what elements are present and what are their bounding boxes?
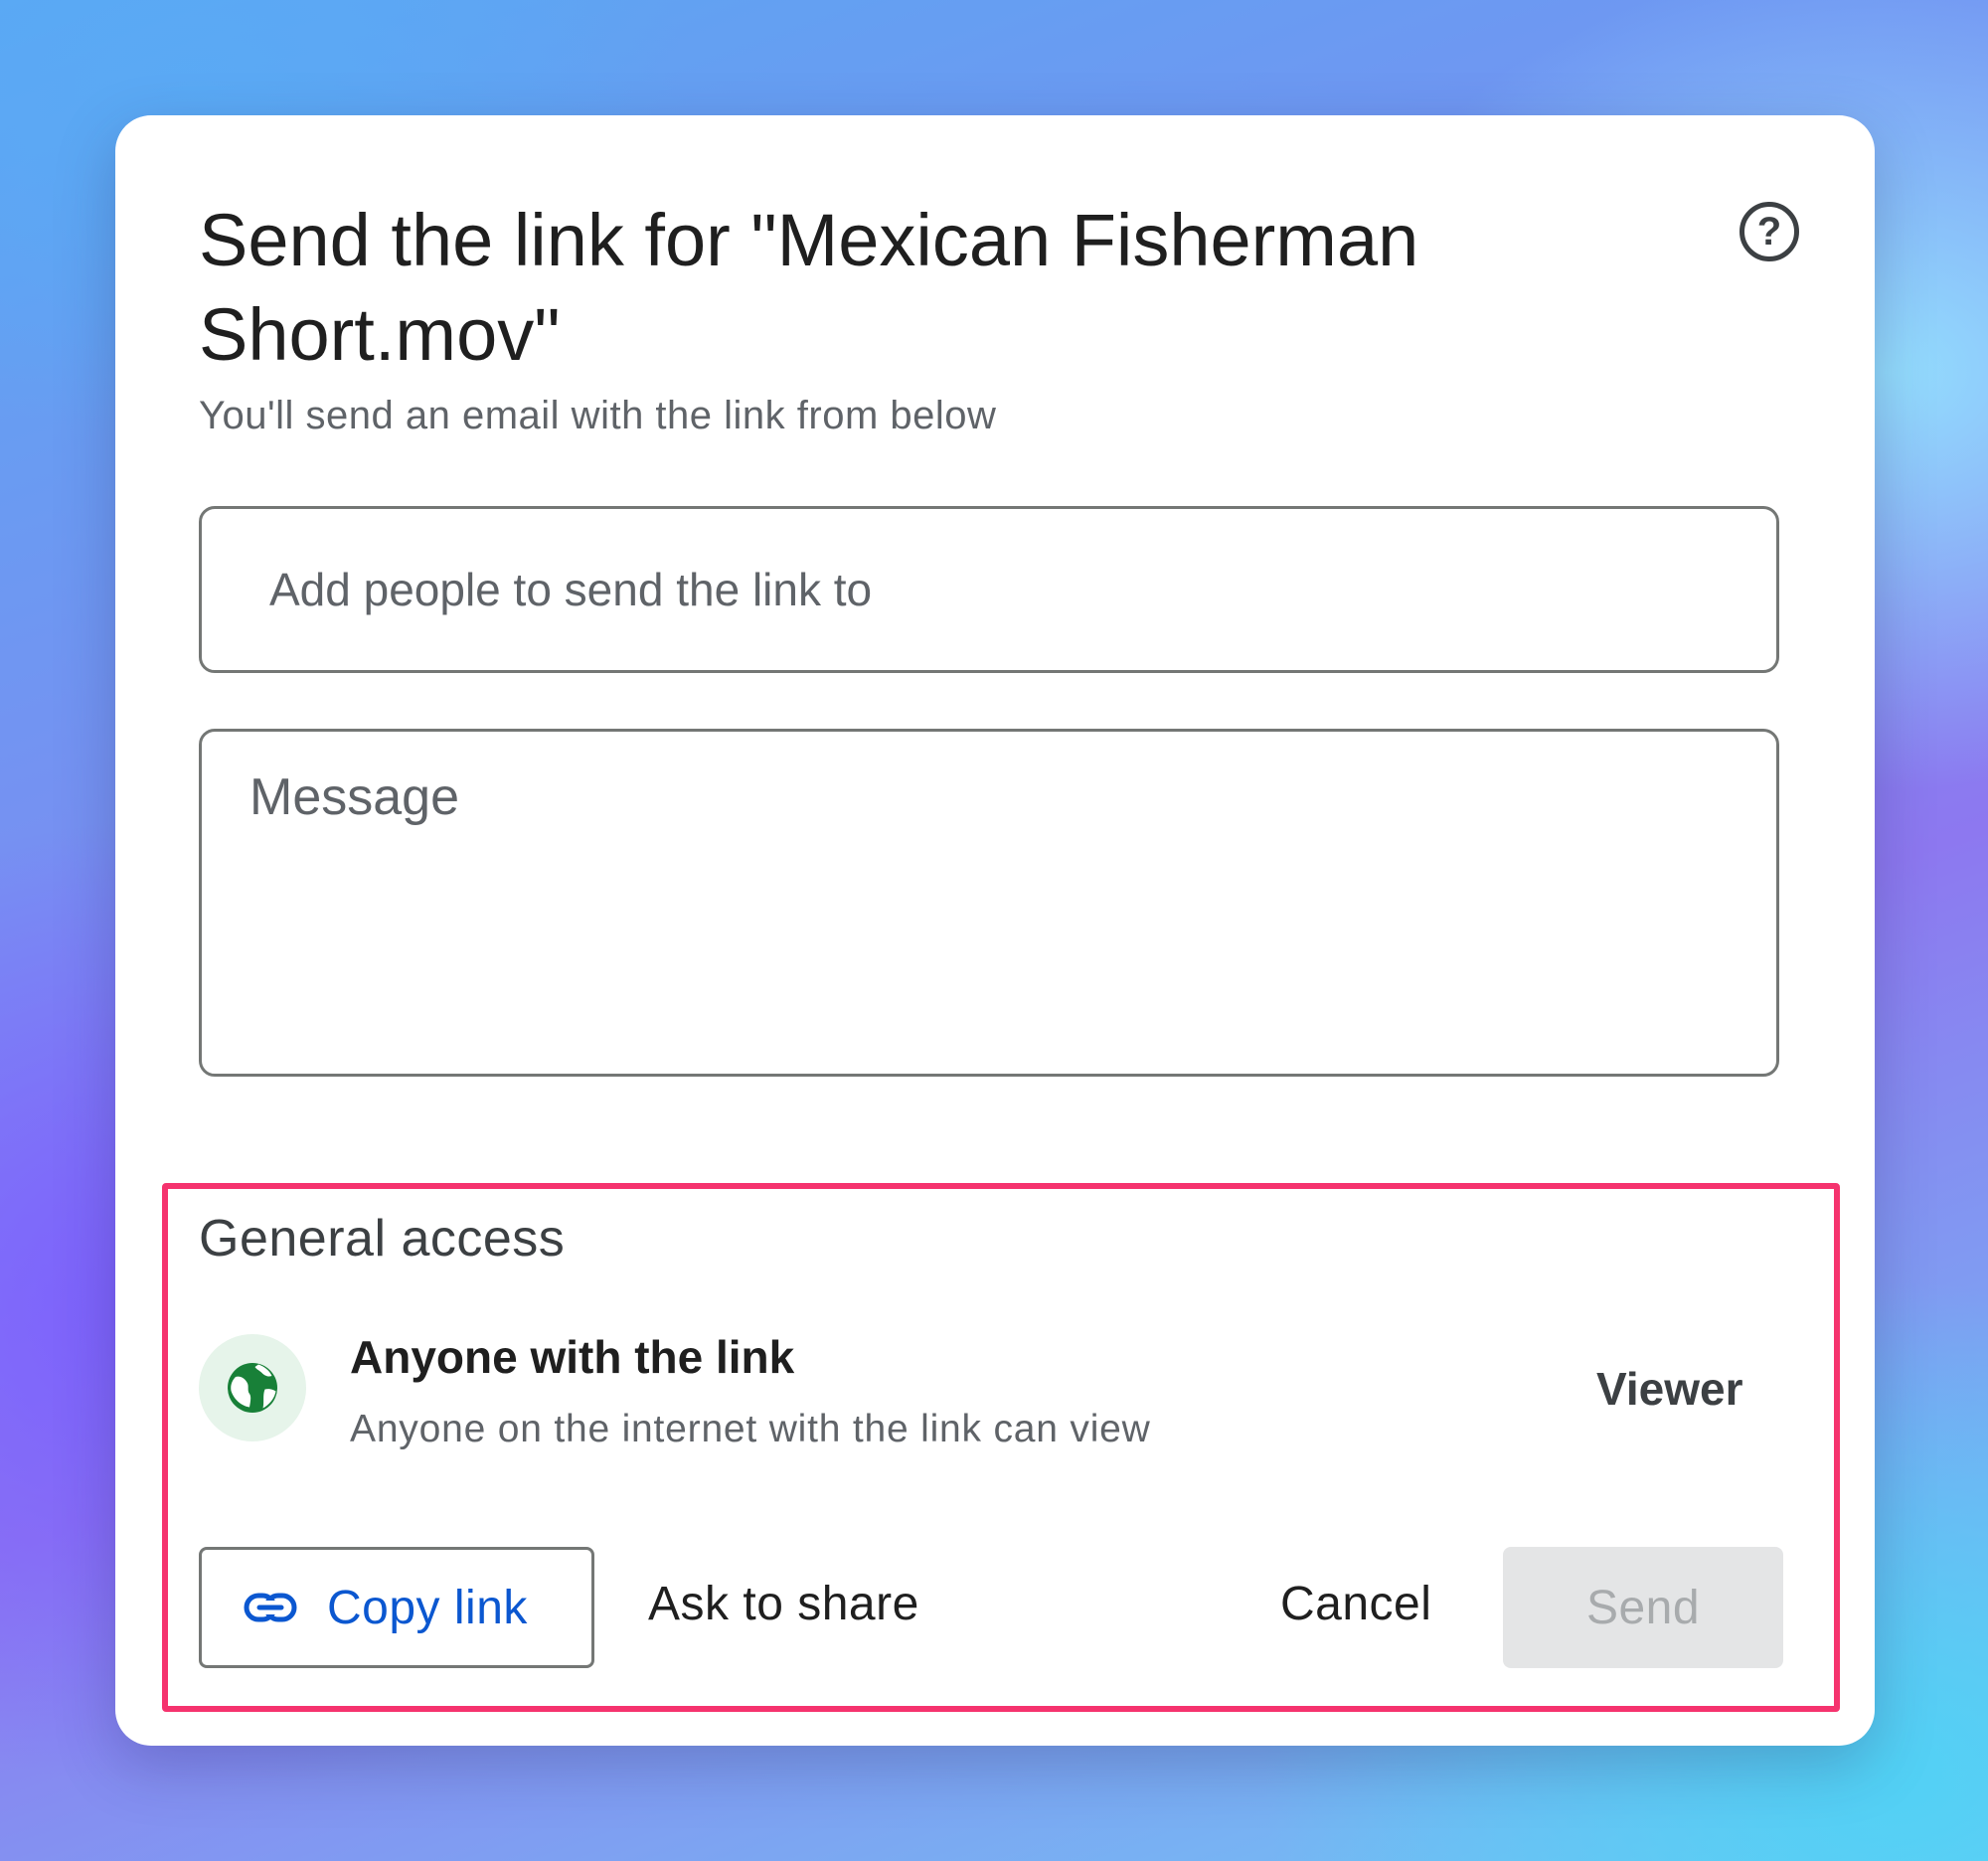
general-access-heading: General access (199, 1210, 566, 1268)
cancel-button[interactable]: Cancel (1280, 1577, 1431, 1631)
dialog-subtitle: You'll send an email with the link from … (199, 394, 997, 437)
recipients-field[interactable] (199, 506, 1779, 673)
access-title: Anyone with the link (350, 1331, 795, 1383)
copy-link-button[interactable]: Copy link (199, 1547, 594, 1668)
recipients-input[interactable] (269, 509, 1740, 670)
access-description: Anyone on the internet with the link can… (350, 1408, 1151, 1450)
help-icon[interactable]: ? (1740, 202, 1799, 261)
send-link-dialog: Send the link for "Mexican Fisherman Sho… (115, 115, 1875, 1746)
dialog-title: Send the link for "Mexican Fisherman Sho… (199, 199, 1419, 376)
globe-icon-container (199, 1334, 306, 1441)
message-field[interactable] (199, 729, 1779, 1077)
send-button[interactable]: Send (1503, 1547, 1783, 1668)
copy-link-label: Copy link (327, 1581, 528, 1634)
message-input[interactable] (249, 767, 1721, 1036)
globe-icon (228, 1363, 277, 1413)
link-icon (244, 1593, 297, 1622)
role-dropdown[interactable]: Viewer (1596, 1362, 1742, 1416)
ask-to-share-button[interactable]: Ask to share (648, 1577, 919, 1631)
